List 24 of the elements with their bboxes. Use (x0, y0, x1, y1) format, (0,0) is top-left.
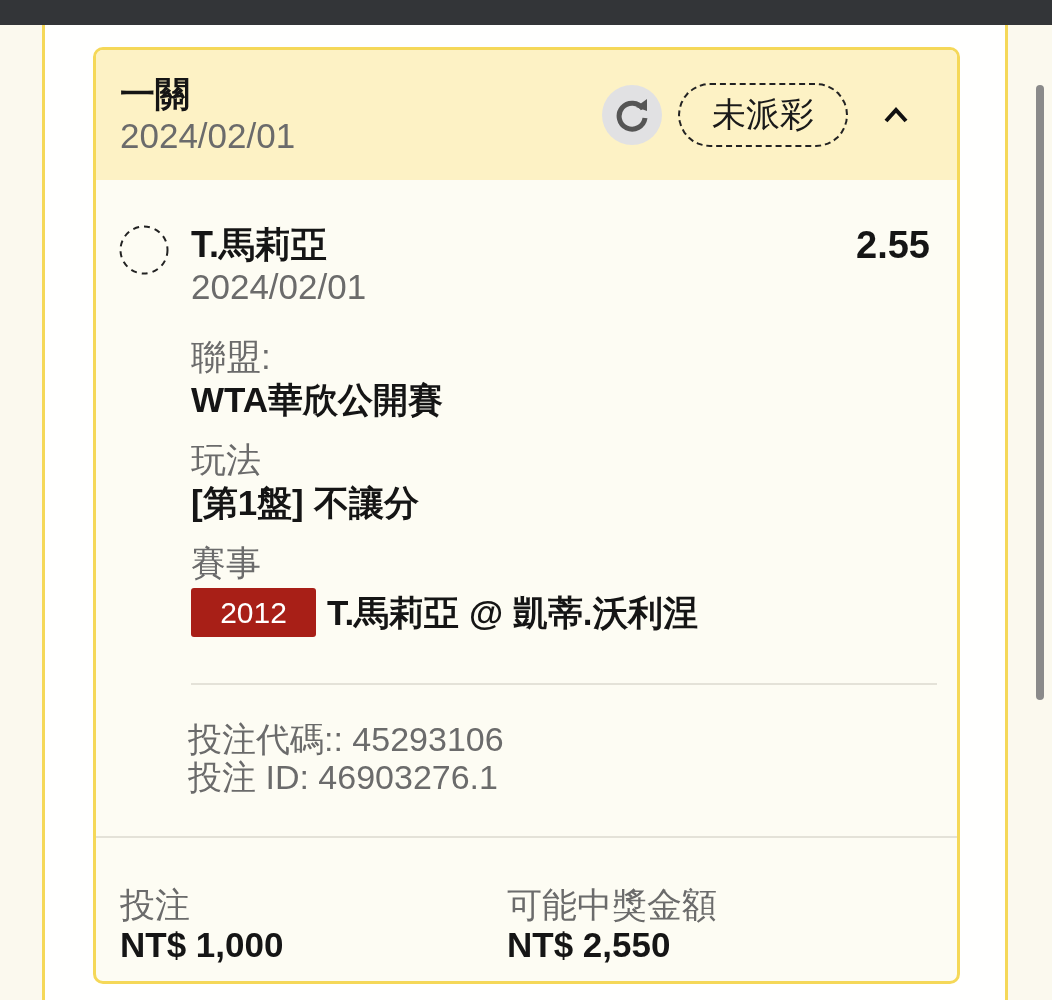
total-label: 可能中獎金額 (507, 885, 718, 925)
total-label: 投注 (120, 885, 191, 925)
chevron-up-icon (883, 106, 909, 124)
total-value: NT$ 1,000 (120, 925, 285, 965)
dashed-circle-icon (119, 225, 169, 275)
total-value: NT$ 2,550 (507, 925, 672, 965)
selection-date: 2024/02/01 (191, 266, 368, 308)
detail-value: WTA華欣公開賽 (191, 379, 445, 421)
bet-date: 2024/02/01 (120, 115, 297, 157)
status-tag: 未派彩 (678, 83, 848, 147)
event-code-badge: 2012 (191, 588, 316, 637)
detail-label: 聯盟: (191, 336, 272, 378)
detail-label: 賽事 (191, 542, 262, 584)
detail-value: [第1盤] 不讓分 (191, 482, 420, 524)
bet-reference: 投注代碼:: 45293106 (188, 720, 505, 758)
detail-label: 玩法 (191, 439, 262, 481)
selection-name: T.馬莉亞 (191, 224, 327, 266)
bet-type-title: 一關 (120, 73, 191, 115)
scrollbar-thumb[interactable] (1036, 85, 1044, 700)
refresh-button[interactable] (602, 85, 662, 145)
event-matchup: T.馬莉亞 @ 凱蒂.沃利涅 (327, 591, 698, 634)
bet-reference: 投注 ID: 46903276.1 (188, 758, 499, 796)
odds-value: 2.55 (856, 224, 931, 266)
refresh-icon (614, 97, 650, 133)
